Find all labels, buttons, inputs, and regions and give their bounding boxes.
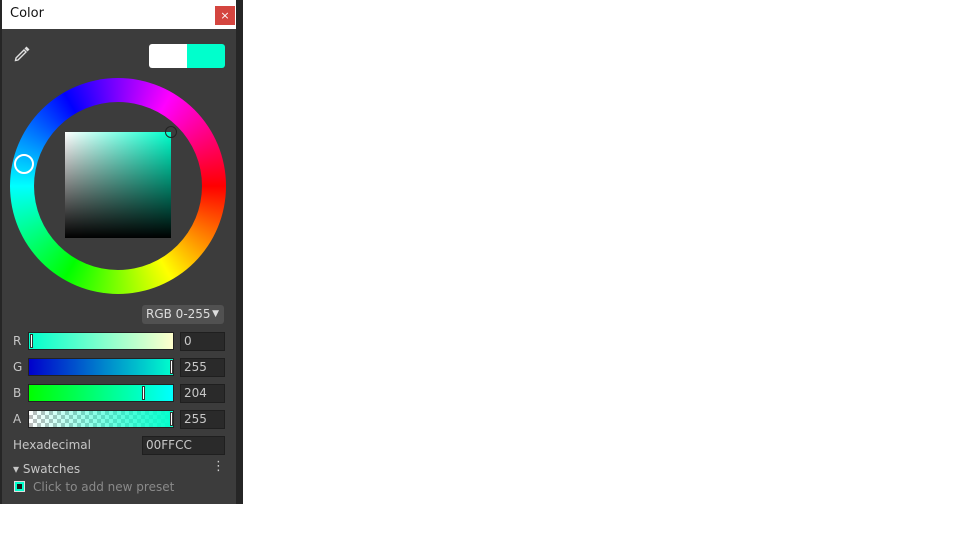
- close-button[interactable]: ×: [215, 6, 235, 25]
- current-color-swatch: [187, 44, 225, 68]
- eyedropper-icon[interactable]: [12, 44, 32, 64]
- channel-label-g: G: [13, 360, 23, 374]
- input-r[interactable]: 0: [180, 332, 225, 351]
- slider-a[interactable]: [28, 410, 174, 428]
- add-preset-hint[interactable]: Click to add new preset: [33, 480, 174, 494]
- slider-b-thumb[interactable]: [142, 386, 145, 400]
- channel-label-b: B: [13, 386, 22, 400]
- hex-label: Hexadecimal: [13, 438, 91, 452]
- input-b[interactable]: 204: [180, 384, 225, 403]
- input-a[interactable]: 255: [180, 410, 225, 429]
- channel-label-r: R: [13, 334, 22, 348]
- color-mode-dropdown[interactable]: RGB 0-255 ▼: [142, 305, 224, 324]
- window-titlebar[interactable]: Color ×: [2, 0, 236, 29]
- swatches-toggle[interactable]: ▾ Swatches: [13, 462, 80, 476]
- previous-color-swatch[interactable]: [149, 44, 187, 68]
- slider-g[interactable]: [28, 358, 174, 376]
- hex-input[interactable]: 00FFCC: [142, 436, 225, 455]
- slider-r-thumb[interactable]: [30, 334, 33, 348]
- slider-g-thumb[interactable]: [170, 360, 173, 374]
- slider-r[interactable]: [28, 332, 174, 350]
- slider-a-thumb[interactable]: [170, 412, 173, 426]
- channel-label-a: A: [13, 412, 22, 426]
- color-picker-window: Color × RGB 0-255 ▼ R 0 G 255 B 204 A 25…: [2, 0, 236, 504]
- color-preview[interactable]: [149, 44, 225, 68]
- slider-b[interactable]: [28, 384, 174, 402]
- window-title: Color: [10, 6, 44, 21]
- slider-a-gradient: [29, 411, 173, 427]
- color-mode-value: RGB 0-255: [146, 307, 211, 321]
- swatch-preset-chip[interactable]: [14, 481, 25, 492]
- hue-handle[interactable]: [14, 154, 34, 174]
- kebab-menu-icon[interactable]: ⋮: [212, 459, 225, 474]
- chevron-down-icon: ▼: [212, 309, 219, 319]
- saturation-value-square[interactable]: [65, 132, 171, 238]
- input-g[interactable]: 255: [180, 358, 225, 377]
- saturation-value-handle[interactable]: [165, 126, 177, 138]
